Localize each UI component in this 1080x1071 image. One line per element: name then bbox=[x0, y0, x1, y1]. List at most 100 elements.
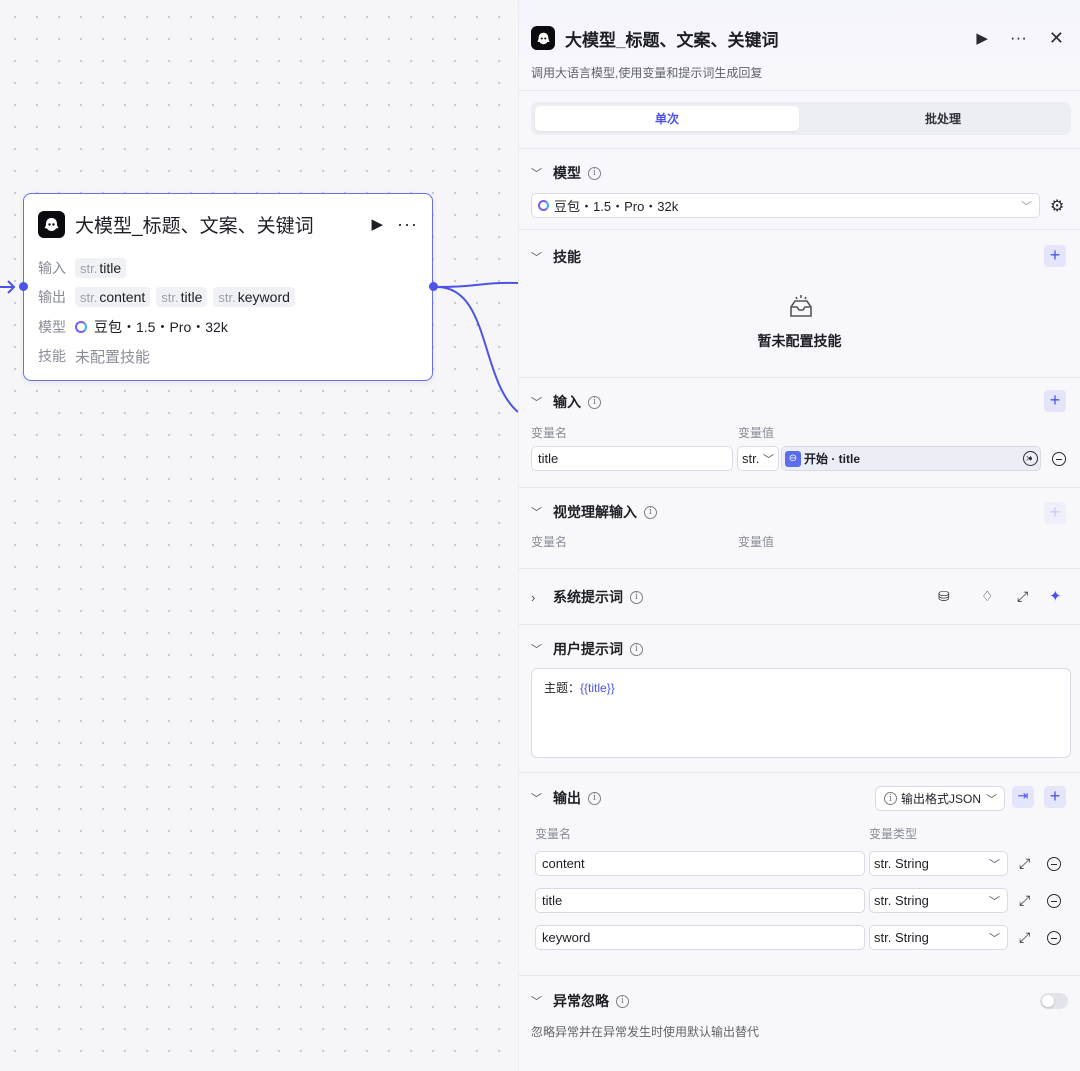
error-ignore-toggle[interactable] bbox=[1040, 993, 1068, 1009]
output-name-field[interactable]: keyword bbox=[535, 925, 865, 950]
chevron-down-icon: ﹀ bbox=[531, 507, 542, 519]
output-name-field[interactable]: content bbox=[535, 851, 865, 876]
doubao-logo-icon bbox=[75, 321, 87, 333]
skills-empty-text: 暂未配置技能 bbox=[757, 333, 842, 349]
inputs-section-title: 输入 bbox=[553, 394, 581, 410]
info-icon[interactable]: i bbox=[630, 590, 643, 604]
node-outputs-row: 输出 str. content str. title str. keyword bbox=[38, 285, 301, 309]
panel-title[interactable]: 大模型_标题、文案、关键词 bbox=[565, 26, 954, 51]
chevron-right-icon: › bbox=[531, 589, 536, 605]
user-prompt-section-header[interactable]: ﹀ 用户提示词 i bbox=[531, 639, 643, 659]
error-ignore-section-header[interactable]: ﹀ 异常忽略 i bbox=[531, 991, 629, 1011]
node-output-label: 输出 bbox=[38, 289, 66, 305]
input-value-reference[interactable]: ⊖ 开始 · title × bbox=[781, 446, 1041, 471]
add-output-button[interactable]: + bbox=[1044, 786, 1066, 808]
chevron-down-icon: ﹀ bbox=[989, 858, 1000, 871]
output-format-value: 输出格式JSON bbox=[901, 792, 982, 806]
node-skills-row: 技能 未配置技能 bbox=[38, 344, 150, 368]
chevron-down-icon: ﹀ bbox=[989, 895, 1000, 908]
expand-icon[interactable]: ⤢ bbox=[1017, 588, 1028, 605]
add-input-button[interactable]: + bbox=[1044, 390, 1066, 412]
node-output-tag: str. keyword bbox=[213, 287, 295, 307]
node-skills-label: 技能 bbox=[38, 348, 66, 364]
node-model-row: 模型 豆包・1.5・Pro・32k bbox=[38, 315, 228, 339]
doubao-logo-icon bbox=[538, 200, 549, 211]
chevron-down-icon: ﹀ bbox=[531, 252, 542, 264]
error-ignore-description: 忽略异常并在异常发生时使用默认输出替代 bbox=[531, 1025, 760, 1039]
empty-box-icon bbox=[787, 293, 815, 326]
system-prompt-section-header[interactable]: › 系统提示词 i bbox=[531, 587, 643, 607]
model-select[interactable]: 豆包・1.5・Pro・32k ﹀ bbox=[531, 193, 1040, 218]
system-prompt-title: 系统提示词 bbox=[553, 589, 623, 605]
output-type-select[interactable]: str. String ﹀ bbox=[869, 851, 1008, 876]
minus-circle-icon[interactable] bbox=[1047, 857, 1061, 871]
node-title: 大模型_标题、文案、关键词 bbox=[75, 215, 314, 237]
chevron-down-icon: ﹀ bbox=[989, 932, 1000, 945]
model-section-header[interactable]: ﹀ 模型 i bbox=[531, 163, 601, 183]
skills-section-header[interactable]: ﹀ 技能 bbox=[531, 247, 581, 267]
import-icon[interactable]: ⇥ bbox=[1012, 786, 1034, 808]
minus-circle-icon[interactable] bbox=[1047, 931, 1061, 945]
user-prompt-editor[interactable]: 主题：{{title}} bbox=[531, 668, 1071, 758]
info-icon[interactable]: i bbox=[588, 791, 601, 805]
tab-batch[interactable]: 批处理 bbox=[811, 106, 1075, 131]
node-skills-value: 未配置技能 bbox=[75, 348, 151, 366]
run-mode-tabs: 单次 批处理 bbox=[531, 102, 1071, 135]
info-icon[interactable]: i bbox=[588, 395, 601, 409]
output-type-value: str. String bbox=[874, 893, 929, 908]
info-icon[interactable]: i bbox=[644, 505, 657, 519]
input-port[interactable] bbox=[19, 282, 28, 291]
start-node-icon: ⊖ bbox=[785, 450, 801, 467]
output-type-select[interactable]: str. String ﹀ bbox=[869, 888, 1008, 913]
add-skill-button[interactable]: + bbox=[1044, 245, 1066, 267]
node-model-label: 模型 bbox=[38, 319, 66, 335]
expand-icon[interactable]: ⤢ bbox=[1019, 892, 1030, 909]
chevron-down-icon: ﹀ bbox=[763, 453, 774, 466]
input-name-field[interactable]: title bbox=[531, 446, 733, 471]
sparkle-icon[interactable]: ✦ bbox=[1049, 587, 1062, 605]
inputs-col-value: 变量值 bbox=[738, 426, 775, 440]
info-icon[interactable]: i bbox=[588, 166, 601, 180]
llm-node-card[interactable]: 大模型_标题、文案、关键词 ▶ ··· 输入 str. title 输出 str.… bbox=[19, 193, 438, 381]
library-icon[interactable]: ⛁ bbox=[938, 588, 950, 605]
info-icon: i bbox=[884, 792, 897, 805]
bulb-icon[interactable]: ♢ bbox=[981, 588, 994, 605]
node-inputs-row: 输入 str. title bbox=[38, 256, 132, 280]
vision-section-header[interactable]: ﹀ 视觉理解输入 i bbox=[531, 502, 657, 522]
vision-col-name: 变量名 bbox=[531, 535, 568, 549]
minus-circle-icon[interactable] bbox=[1052, 452, 1066, 466]
chevron-down-icon: ﹀ bbox=[531, 793, 542, 805]
input-type-select[interactable]: str. ﹀ bbox=[737, 446, 779, 471]
skills-section-title: 技能 bbox=[553, 249, 581, 265]
node-input-label: 输入 bbox=[38, 260, 66, 276]
run-icon[interactable]: ▶ bbox=[976, 29, 988, 47]
tab-single[interactable]: 单次 bbox=[535, 106, 799, 131]
add-vision-input-button[interactable]: + bbox=[1044, 502, 1066, 524]
output-name-field[interactable]: title bbox=[535, 888, 865, 913]
expand-icon[interactable]: ⤢ bbox=[1019, 929, 1030, 946]
outputs-col-name: 变量名 bbox=[535, 827, 572, 841]
more-icon[interactable]: ··· bbox=[1010, 28, 1027, 48]
vision-col-value: 变量值 bbox=[738, 535, 775, 549]
minus-circle-icon[interactable] bbox=[1047, 894, 1061, 908]
output-port[interactable] bbox=[429, 282, 438, 291]
chevron-down-icon: ﹀ bbox=[986, 793, 997, 806]
vision-section-title: 视觉理解输入 bbox=[553, 504, 637, 520]
chevron-down-icon: ﹀ bbox=[531, 168, 542, 180]
info-icon[interactable]: i bbox=[630, 642, 643, 656]
more-icon[interactable]: ··· bbox=[397, 214, 418, 235]
node-model-value: 豆包・1.5・Pro・32k bbox=[94, 319, 228, 335]
output-format-select[interactable]: i 输出格式JSON ﹀ bbox=[875, 786, 1005, 811]
info-icon[interactable]: i bbox=[616, 994, 629, 1008]
close-icon[interactable]: ✕ bbox=[1049, 28, 1064, 49]
gear-icon[interactable]: ⚙ bbox=[1050, 196, 1064, 216]
expand-icon[interactable]: ⤢ bbox=[1019, 855, 1030, 872]
inputs-section-header[interactable]: ﹀ 输入 i bbox=[531, 392, 601, 412]
outgoing-edge-1 bbox=[436, 281, 519, 288]
target-icon[interactable] bbox=[1023, 451, 1038, 466]
node-output-tag: str. title bbox=[156, 287, 208, 307]
run-icon[interactable]: ▶ bbox=[371, 215, 383, 233]
output-type-select[interactable]: str. String ﹀ bbox=[869, 925, 1008, 950]
node-config-panel: 大模型_标题、文案、关键词 ▶ ··· ✕ 调用大语言模型,使用变量和提示词生成… bbox=[518, 0, 1080, 1071]
outputs-section-header[interactable]: ﹀ 输出 i bbox=[531, 788, 601, 808]
